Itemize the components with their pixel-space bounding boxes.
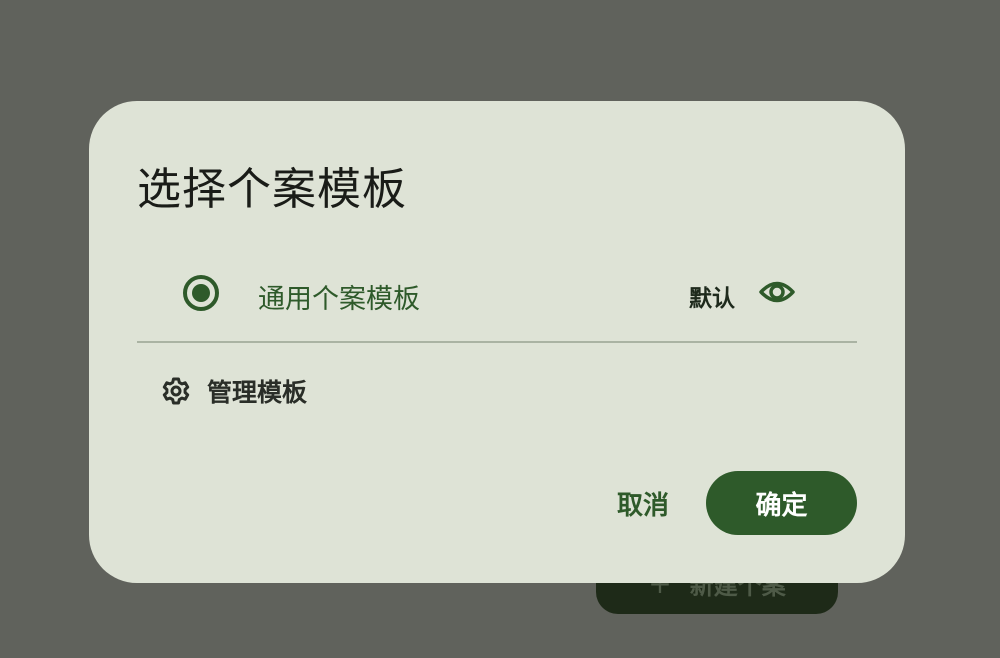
select-template-dialog: 选择个案模板 通用个案模板 默认 管理模板 取消 确定 bbox=[89, 101, 905, 583]
gear-icon bbox=[161, 376, 191, 406]
template-option-label: 通用个案模板 bbox=[258, 284, 420, 315]
manage-templates-button[interactable]: 管理模板 bbox=[161, 369, 307, 413]
divider bbox=[137, 341, 857, 343]
eye-icon[interactable] bbox=[759, 277, 795, 307]
confirm-button[interactable]: 确定 bbox=[706, 471, 857, 535]
radio-button-selected[interactable] bbox=[183, 275, 219, 311]
manage-templates-label: 管理模板 bbox=[207, 378, 308, 407]
default-badge: 默认 bbox=[689, 286, 735, 312]
cancel-button[interactable]: 取消 bbox=[593, 471, 693, 535]
dialog-title: 选择个案模板 bbox=[137, 164, 407, 215]
template-option[interactable]: 通用个案模板 默认 bbox=[137, 259, 857, 327]
